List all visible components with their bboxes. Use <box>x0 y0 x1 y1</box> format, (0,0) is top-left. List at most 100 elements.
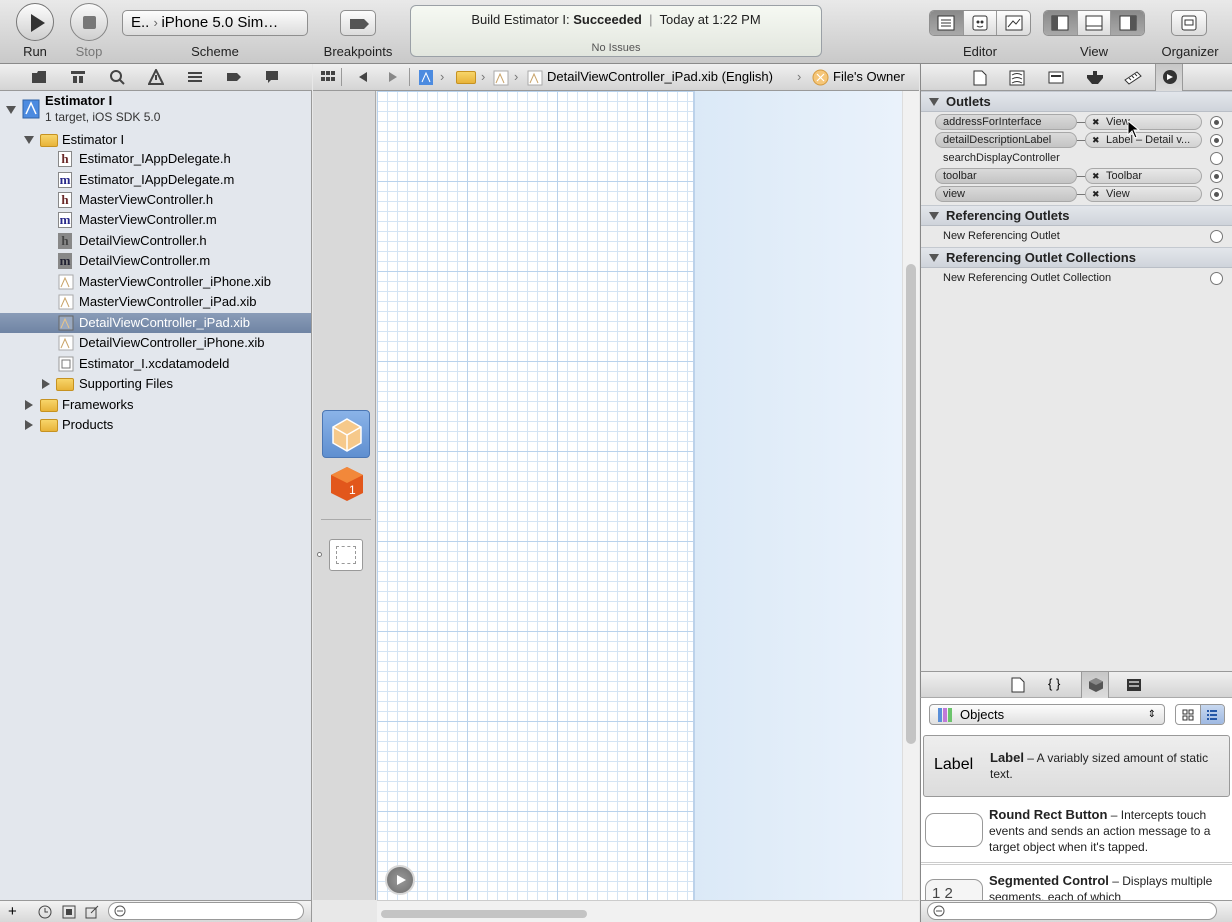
assistant-editor-button[interactable] <box>964 11 998 35</box>
disconnect-x-icon[interactable]: ✖ <box>1092 187 1100 201</box>
quick-help-icon[interactable] <box>1009 70 1025 86</box>
outlet-target[interactable]: ✖ View <box>1085 114 1202 130</box>
connections-inspector-tab[interactable] <box>1155 64 1183 91</box>
forward-arrow-icon[interactable] <box>387 71 399 83</box>
file-row-selected[interactable]: DetailViewController_iPad.xib <box>0 313 311 333</box>
media-library-icon[interactable] <box>1126 678 1142 692</box>
library-item-label[interactable]: Label Label – A variably sized amount of… <box>923 735 1230 797</box>
folder-icon[interactable] <box>456 71 476 84</box>
files-owner-icon[interactable] <box>812 69 829 86</box>
xib-file-icon[interactable] <box>493 70 509 86</box>
view-dock-item[interactable] <box>329 539 363 571</box>
size-inspector-icon[interactable] <box>1123 70 1143 86</box>
file-row[interactable]: Estimator_I.xcdatamodeld <box>0 354 311 374</box>
code-snippet-library-icon[interactable]: { } <box>1048 676 1060 691</box>
referencing-outlet-well[interactable] <box>1210 230 1223 243</box>
outlet-connection-well[interactable] <box>1210 116 1223 129</box>
canvas-horizontal-scrollbar[interactable] <box>377 900 919 922</box>
canvas-vertical-scrollbar[interactable] <box>902 91 919 900</box>
file-row[interactable]: m MasterViewController.m <box>0 210 311 230</box>
navigator-filter-field[interactable] <box>108 902 304 920</box>
breakpoint-navigator-tab[interactable] <box>225 69 243 85</box>
jumpbar-object[interactable]: File's Owner <box>833 69 905 84</box>
activity-viewer[interactable]: Build Estimator I: Succeeded | Today at … <box>410 5 822 57</box>
referencing-collection-well[interactable] <box>1210 272 1223 285</box>
file-row[interactable]: m Estimator_IAppDelegate.m <box>0 170 311 190</box>
files-owner-dock-item[interactable] <box>322 410 370 458</box>
attributes-inspector-icon[interactable] <box>1086 70 1104 86</box>
xib-file-icon[interactable] <box>527 70 543 86</box>
disclosure-closed-icon[interactable] <box>24 420 34 430</box>
scroll-thumb[interactable] <box>381 910 587 918</box>
file-inspector-icon[interactable] <box>973 70 987 86</box>
list-view-button[interactable] <box>1200 705 1224 724</box>
outlet-connection-well[interactable] <box>1210 170 1223 183</box>
icon-view-button[interactable] <box>1176 705 1201 724</box>
disconnect-x-icon[interactable]: ✖ <box>1092 133 1100 147</box>
detail-view-preview[interactable] <box>693 91 902 900</box>
referencing-outlets-section-header[interactable]: Referencing Outlets <box>921 205 1232 226</box>
disconnect-x-icon[interactable]: ✖ <box>1092 115 1100 129</box>
referencing-collections-section-header[interactable]: Referencing Outlet Collections <box>921 247 1232 268</box>
disconnect-x-icon[interactable]: ✖ <box>1092 169 1100 183</box>
toggle-navigator-button[interactable] <box>1044 11 1078 35</box>
file-row[interactable]: DetailViewController_iPhone.xib <box>0 333 311 353</box>
file-row[interactable]: MasterViewController_iPhone.xib <box>0 272 311 292</box>
related-files-icon[interactable] <box>320 70 336 84</box>
library-filter-popup[interactable]: Objects ⇕ <box>929 704 1165 725</box>
log-navigator-tab[interactable] <box>263 69 281 85</box>
project-row[interactable]: Estimator I 1 target, iOS SDK 5.0 <box>0 93 311 127</box>
jumpbar-file[interactable]: DetailViewController_iPad.xib (English) <box>547 69 773 84</box>
outlet-target[interactable]: ✖ View <box>1085 186 1202 202</box>
file-row[interactable]: MasterViewController_iPad.xib <box>0 292 311 312</box>
disclosure-open-icon[interactable] <box>6 105 16 115</box>
outlet-connection-well[interactable] <box>1210 188 1223 201</box>
group-row[interactable]: Estimator I <box>0 130 311 150</box>
symbol-navigator-tab[interactable] <box>69 69 87 85</box>
scheme-popup[interactable]: E.. › iPhone 5.0 Sim… <box>122 10 308 36</box>
disclosure-open-icon[interactable] <box>24 135 34 145</box>
library-item-round-rect-button[interactable]: Round Rect Button – Intercepts touch eve… <box>921 799 1232 863</box>
outlet-connection-well[interactable] <box>1210 134 1223 147</box>
outlet-connection-well[interactable] <box>1210 152 1223 165</box>
issue-navigator-tab[interactable] <box>147 69 165 85</box>
library-item-segmented-control[interactable]: 1 2 Segmented Control – Displays multipl… <box>921 864 1232 900</box>
version-editor-button[interactable] <box>997 11 1030 35</box>
organizer-button-face[interactable] <box>1172 11 1206 35</box>
scroll-thumb[interactable] <box>906 264 916 744</box>
standard-editor-button[interactable] <box>930 11 964 35</box>
recent-files-icon[interactable] <box>38 905 52 919</box>
file-row[interactable]: h Estimator_IAppDelegate.h <box>0 149 311 169</box>
object-library-tab[interactable] <box>1081 672 1109 698</box>
project-icon[interactable] <box>418 69 434 86</box>
back-arrow-icon[interactable] <box>357 71 369 83</box>
group-row[interactable]: Supporting Files <box>0 374 311 394</box>
file-row[interactable]: h DetailViewController.h <box>0 231 311 251</box>
stop-button[interactable] <box>70 3 108 41</box>
disclosure-closed-icon[interactable] <box>24 400 34 410</box>
document-outline-toggle[interactable] <box>385 865 415 895</box>
identity-inspector-icon[interactable] <box>1048 71 1064 84</box>
breakpoints-button[interactable] <box>340 10 376 36</box>
group-row[interactable]: Products <box>0 415 311 435</box>
unsaved-filter-icon[interactable] <box>85 905 99 919</box>
debug-navigator-tab[interactable] <box>186 69 204 85</box>
disclosure-closed-icon[interactable] <box>41 379 51 389</box>
disclosure-dot-icon[interactable] <box>317 552 322 557</box>
outlet-target[interactable]: ✖ Toolbar <box>1085 168 1202 184</box>
run-button[interactable] <box>16 3 54 41</box>
project-navigator-tab[interactable] <box>30 69 48 85</box>
scm-filter-icon[interactable] <box>62 905 76 919</box>
file-row[interactable]: h MasterViewController.h <box>0 190 311 210</box>
outlets-section-header[interactable]: Outlets <box>921 91 1232 112</box>
toggle-utilities-button[interactable] <box>1111 11 1144 35</box>
library-search-field[interactable] <box>927 902 1217 920</box>
add-icon[interactable]: + <box>8 903 17 920</box>
ib-canvas[interactable] <box>377 91 902 900</box>
outlet-target[interactable]: ✖ Label – Detail v... <box>1085 132 1202 148</box>
file-row[interactable]: m DetailViewController.m <box>0 251 311 271</box>
group-row[interactable]: Frameworks <box>0 395 311 415</box>
file-template-library-icon[interactable] <box>1011 677 1025 693</box>
organizer-button[interactable] <box>1171 10 1207 36</box>
search-navigator-tab[interactable] <box>108 69 126 85</box>
